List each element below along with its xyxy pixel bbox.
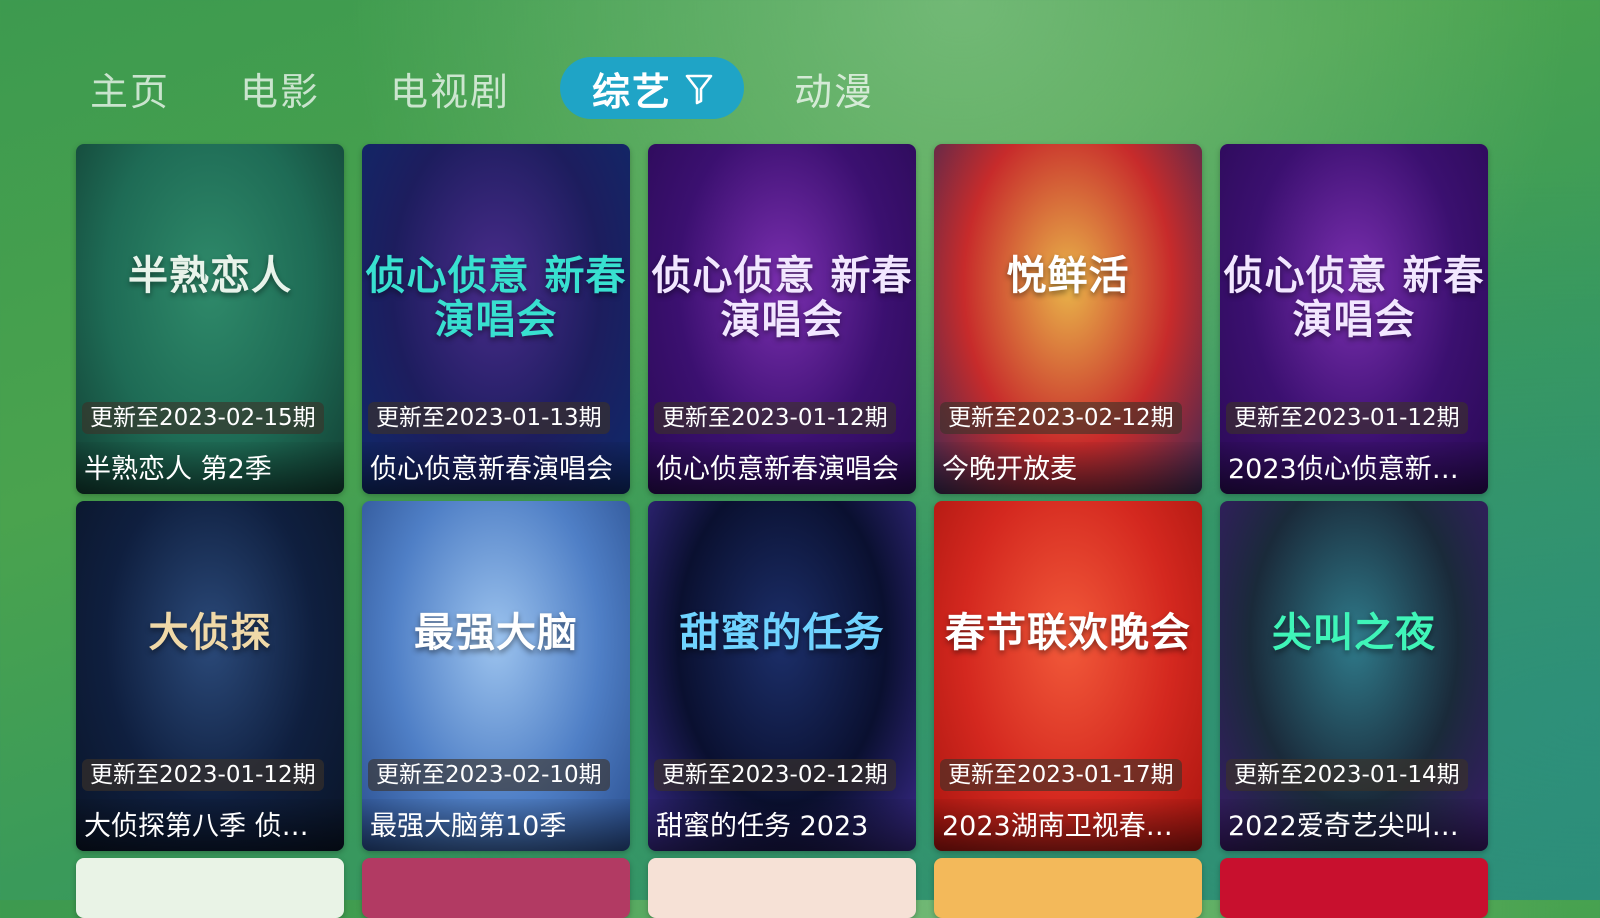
show-card[interactable]: 侦心侦意 新春演唱会更新至2023-01-12期 侦心侦意新春演唱会 bbox=[648, 144, 916, 494]
show-card[interactable]: 尖叫之夜更新至2023-01-14期 2022爱奇艺尖叫之夜 bbox=[1220, 501, 1488, 851]
tab-variety[interactable]: 综艺 bbox=[560, 57, 745, 119]
poster-logo: 侦心侦意 新春演唱会 bbox=[365, 253, 627, 343]
show-title: 侦心侦意新春演唱会 bbox=[656, 454, 899, 485]
update-badge: 更新至2023-01-14期 bbox=[1226, 759, 1468, 791]
show-title: 2023湖南卫视春节联欢晚会 bbox=[942, 811, 1192, 842]
show-title: 半熟恋人 第2季 bbox=[84, 454, 272, 485]
poster-logo: 半熟恋人 bbox=[128, 253, 292, 299]
update-badge: 更新至2023-01-17期 bbox=[940, 759, 1182, 791]
show-card[interactable]: 最强大脑更新至2023-02-10期 最强大脑第10季 bbox=[362, 501, 630, 851]
tab-movies[interactable]: 电影 bbox=[220, 57, 340, 119]
show-card[interactable]: 悦鲜活更新至2023-02-12期 今晚开放麦 bbox=[934, 144, 1202, 494]
update-badge: 更新至2023-01-12期 bbox=[1226, 402, 1468, 434]
show-card[interactable]: 半熟恋人更新至2023-02-15期 半熟恋人 第2季 bbox=[76, 144, 344, 494]
show-card[interactable]: 大侦探更新至2023-01-12期大侦探第八季 侦心侦意 bbox=[76, 501, 344, 851]
show-card[interactable]: 甜蜜的任务更新至2023-02-12期 甜蜜的任务 2023 bbox=[648, 501, 916, 851]
category-tab-bar: 主页 电影 电视剧 综艺 动漫 bbox=[70, 55, 924, 121]
tab-home[interactable]: 主页 bbox=[70, 57, 190, 119]
tab-anime[interactable]: 动漫 bbox=[774, 57, 894, 119]
show-title: 2023侦心侦意新春演唱会 bbox=[1228, 454, 1478, 485]
show-title: 2022爱奇艺尖叫之夜 bbox=[1228, 811, 1478, 842]
poster-logo: 甜蜜的任务 bbox=[679, 610, 885, 656]
update-badge: 更新至2023-01-13期 bbox=[368, 402, 610, 434]
show-card-partial[interactable] bbox=[76, 858, 344, 918]
poster-logo: 悦鲜活 bbox=[1006, 253, 1130, 299]
show-title: 今晚开放麦 bbox=[942, 454, 1077, 485]
poster-logo: 大侦探 bbox=[148, 610, 272, 656]
update-badge: 更新至2023-02-15期 bbox=[82, 402, 324, 434]
show-card[interactable]: 侦心侦意 新春演唱会更新至2023-01-12期 2023侦心侦意新春演唱会 bbox=[1220, 144, 1488, 494]
tab-label: 主页 bbox=[90, 69, 171, 114]
filter-icon[interactable] bbox=[684, 71, 714, 105]
show-card-partial[interactable] bbox=[648, 858, 916, 918]
update-badge: 更新至2023-01-12期 bbox=[82, 759, 324, 791]
show-title: 侦心侦意新春演唱会 bbox=[370, 454, 613, 485]
tab-label: 动漫 bbox=[794, 69, 875, 114]
show-card[interactable]: 春节联欢晚会更新至2023-01-17期 2023湖南卫视春节联欢晚会 bbox=[934, 501, 1202, 851]
poster-logo: 侦心侦意 新春演唱会 bbox=[651, 253, 913, 343]
tab-label: 电视剧 bbox=[390, 69, 511, 114]
update-badge: 更新至2023-01-12期 bbox=[654, 402, 896, 434]
show-title: 大侦探第八季 侦心侦意 bbox=[84, 811, 334, 842]
tab-label: 综艺 bbox=[592, 69, 673, 114]
show-card-partial[interactable] bbox=[1220, 858, 1488, 918]
poster-logo: 最强大脑 bbox=[414, 610, 578, 656]
poster-logo: 尖叫之夜 bbox=[1272, 610, 1436, 656]
show-card-partial[interactable] bbox=[934, 858, 1202, 918]
poster-logo: 春节联欢晚会 bbox=[945, 610, 1191, 656]
update-badge: 更新至2023-02-12期 bbox=[940, 402, 1182, 434]
show-title: 甜蜜的任务 2023 bbox=[656, 811, 869, 842]
show-card[interactable]: 侦心侦意 新春演唱会更新至2023-01-13期 侦心侦意新春演唱会 bbox=[362, 144, 630, 494]
update-badge: 更新至2023-02-10期 bbox=[368, 759, 610, 791]
content-grid: 半熟恋人 更新至2023-02-15期 半熟恋人 第2季 侦心侦意 新春演唱会 更新至2… bbox=[76, 144, 1516, 918]
poster-logo: 侦心侦意 新春演唱会 bbox=[1223, 253, 1485, 343]
tab-label: 电影 bbox=[240, 69, 321, 114]
show-card-partial[interactable] bbox=[362, 858, 630, 918]
tab-tv-series[interactable]: 电视剧 bbox=[370, 57, 530, 119]
show-title: 最强大脑第10季 bbox=[370, 811, 567, 842]
update-badge: 更新至2023-02-12期 bbox=[654, 759, 896, 791]
